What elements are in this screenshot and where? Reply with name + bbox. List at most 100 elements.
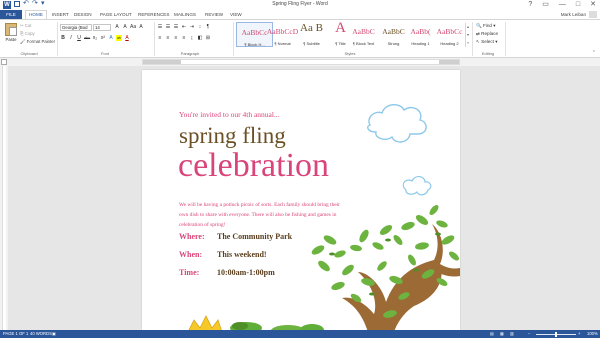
style-name: Heading 2 [440, 41, 459, 46]
align-center-icon[interactable]: ≡ [165, 35, 171, 41]
paragraph-align-tools: ≡ ≡ ≡ ≡ ↨ ◧ ⊞ [157, 35, 211, 41]
zoom-slider-thumb[interactable] [555, 331, 557, 337]
cut-label: Cut [24, 23, 32, 28]
shading-icon[interactable]: ◧ [197, 35, 203, 41]
paste-button[interactable]: Paste [4, 23, 18, 42]
change-case-icon[interactable]: Aa [130, 24, 136, 30]
text-effects-icon[interactable]: A [108, 35, 114, 41]
strikethrough-button[interactable]: abc [84, 35, 90, 41]
vertical-ruler-track [2, 66, 6, 330]
web-layout-icon[interactable]: ▥ [510, 330, 514, 338]
select-button[interactable]: ↖ Select ▾ [476, 39, 498, 45]
flyer-title-line-2: celebration [178, 147, 330, 184]
zoom-level[interactable]: 100% [587, 330, 598, 338]
user-name[interactable]: Mark Leiban [561, 10, 586, 19]
clear-format-icon[interactable]: A [138, 24, 144, 30]
print-layout-icon[interactable]: ▦ [500, 330, 504, 338]
grow-font-icon[interactable]: A [114, 24, 120, 30]
increase-indent-icon[interactable]: ⇥ [189, 24, 195, 30]
detail-label: Time: [179, 268, 200, 277]
word-count[interactable]: 40 WORDS [30, 330, 52, 338]
align-right-icon[interactable]: ≡ [173, 35, 179, 41]
font-format-tools: B I U abc x₂ x² A ab A [60, 35, 130, 41]
window-controls: ? ▭ — □ ✕ [528, 0, 596, 9]
superscript-button[interactable]: x² [100, 35, 106, 41]
show-marks-icon[interactable]: ¶ [205, 24, 211, 30]
more-styles-icon[interactable]: ▿ [466, 39, 470, 47]
horizontal-ruler[interactable] [142, 59, 460, 65]
find-label: Find [483, 23, 492, 28]
tab-page-layout[interactable]: PAGE LAYOUT [100, 10, 132, 19]
numbering-icon[interactable]: ☰ [165, 24, 171, 30]
justify-icon[interactable]: ≡ [181, 35, 187, 41]
left-margin [143, 60, 181, 64]
styles-gallery-scroll[interactable]: ▴ ▾ ▿ [465, 23, 470, 47]
close-button[interactable]: ✕ [590, 0, 596, 9]
tab-review[interactable]: REVIEW [205, 10, 223, 19]
align-left-icon[interactable]: ≡ [157, 35, 163, 41]
detail-label: When: [179, 250, 203, 259]
scroll-down-icon[interactable]: ▾ [466, 31, 470, 39]
read-mode-icon[interactable]: ▤ [490, 330, 494, 338]
zoom-out-button[interactable]: − [528, 330, 530, 338]
maximize-button[interactable]: □ [576, 0, 580, 9]
italic-button[interactable]: I [68, 35, 74, 41]
shrink-font-icon[interactable]: A [122, 24, 128, 30]
copy-button[interactable]: ⎘ Copy [20, 31, 35, 36]
tab-view[interactable]: VIEW [230, 10, 242, 19]
help-icon[interactable]: ? [528, 0, 532, 9]
bushes-illustration [188, 315, 324, 330]
divider [154, 22, 155, 56]
page-count[interactable]: PAGE 1 OF 1 [3, 330, 28, 338]
multilevel-list-icon[interactable]: ☰ [173, 24, 179, 30]
copy-label: Copy [24, 31, 35, 36]
flyer-body-text: We will be having a potluck picnic of so… [179, 202, 340, 228]
font-color-icon[interactable]: A [124, 35, 130, 41]
document-canvas[interactable]: You're invited to our 4th annual... spri… [8, 66, 600, 330]
subscript-button[interactable]: x₂ [92, 35, 98, 41]
paragraph-group-label: Paragraph [180, 51, 200, 56]
font-family-select[interactable]: Georgia (Bod [60, 24, 92, 31]
style-heading-2[interactable]: AaBbCc Heading 2 [431, 22, 468, 47]
invite-line: You're invited to our 4th annual... [179, 110, 280, 119]
minimize-button[interactable]: — [559, 0, 566, 9]
collapse-ribbon-icon[interactable]: ⌃ [592, 50, 596, 56]
tab-mailings[interactable]: MAILINGS [174, 10, 196, 19]
avatar[interactable] [589, 11, 597, 18]
borders-icon[interactable]: ⊞ [205, 35, 211, 41]
styles-gallery: AaBbCc ¶ Block H... AaBbCcD ¶ Normal Aa … [236, 22, 464, 48]
decrease-indent-icon[interactable]: ⇤ [181, 24, 187, 30]
document-page[interactable]: You're invited to our 4th annual... spri… [142, 70, 460, 330]
clipboard-group-label: Clipboard [20, 51, 38, 56]
bold-button[interactable]: B [60, 35, 66, 41]
bullets-icon[interactable]: ☰ [157, 24, 163, 30]
replace-button[interactable]: ⇄ Replace [476, 31, 498, 37]
find-button[interactable]: 🔍 Find ▾ [476, 23, 496, 29]
tab-design[interactable]: DESIGN [74, 10, 92, 19]
clipboard-icon [5, 23, 17, 36]
sort-icon[interactable]: ↕ [197, 24, 203, 30]
format-painter-button[interactable]: 🖌 Format Painter [20, 39, 55, 45]
ribbon-display-icon[interactable]: ▭ [542, 0, 549, 9]
vertical-ruler[interactable] [0, 66, 8, 330]
highlight-icon[interactable]: ab [116, 35, 122, 41]
horizontal-ruler-area [0, 58, 600, 66]
divider [505, 22, 506, 56]
tab-insert[interactable]: INSERT [52, 10, 69, 19]
cut-button[interactable]: ✂ Cut [20, 23, 31, 29]
line-spacing-icon[interactable]: ↨ [189, 35, 195, 41]
proofing-icon[interactable]: ▣ [52, 330, 56, 338]
tab-file[interactable]: FILE [0, 10, 22, 19]
editing-group-label: Editing [481, 51, 495, 56]
zoom-in-button[interactable]: + [578, 330, 580, 338]
scroll-up-icon[interactable]: ▴ [466, 23, 470, 31]
underline-button[interactable]: U [76, 35, 82, 41]
tab-references[interactable]: REFERENCES [138, 10, 169, 19]
detail-value: The Community Park [217, 232, 293, 241]
paste-label: Paste [5, 37, 17, 42]
font-size-select[interactable]: 14 [93, 24, 111, 31]
replace-label: Replace [481, 31, 498, 36]
tab-selector[interactable] [1, 59, 7, 65]
detail-where: Where: The Community Park [179, 232, 292, 241]
font-size-tools: A A Aa A [114, 24, 144, 30]
